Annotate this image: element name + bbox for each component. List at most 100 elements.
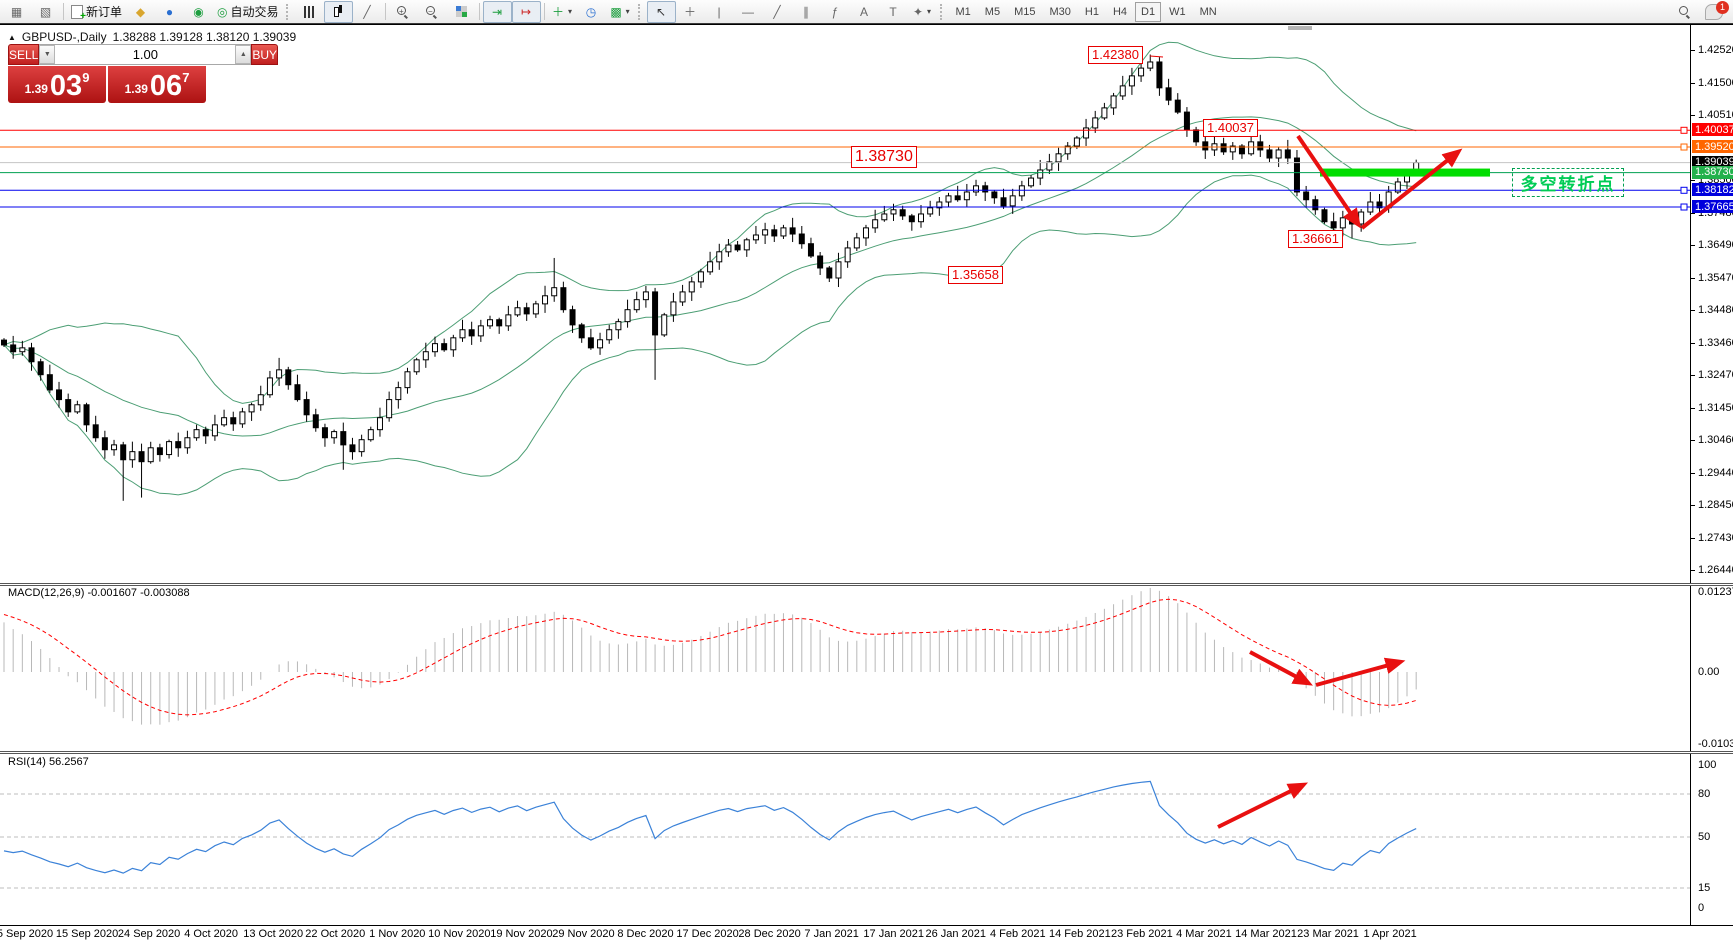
timeframe-m5[interactable]: M5 [979, 2, 1006, 22]
search-button[interactable] [1670, 1, 1699, 23]
date-label: 1 Apr 2021 [1363, 928, 1416, 940]
bar-chart-button[interactable] [295, 1, 324, 23]
zoom-out-button[interactable]: − [418, 1, 447, 23]
date-label: 17 Jan 2021 [863, 928, 924, 940]
sell-price-pip: 9 [82, 70, 89, 85]
date-label: 26 Jan 2021 [925, 928, 986, 940]
date-label: 23 Mar 2021 [1297, 928, 1359, 940]
price-tick-label: 1.42520 [1698, 44, 1733, 56]
date-label: 8 Dec 2020 [617, 928, 673, 940]
clock-icon: ◷ [586, 6, 596, 18]
rsi-panel-splitter[interactable] [0, 751, 1733, 754]
price-tick [1691, 570, 1695, 571]
fibonacci-tool[interactable]: ƒ [821, 1, 850, 23]
price-tick-label: 1.34480 [1698, 304, 1733, 316]
channel-tool[interactable]: ∥ [792, 1, 821, 23]
price-callout-label[interactable]: 1.42380 [1088, 46, 1143, 64]
templates-button[interactable]: ▩▾ [606, 1, 635, 23]
timeframe-d1[interactable]: D1 [1135, 2, 1161, 22]
hline-tool[interactable]: — [734, 1, 763, 23]
zoom-in-button[interactable]: + [389, 1, 418, 23]
date-axis[interactable]: 5 Sep 202015 Sep 202024 Sep 20204 Oct 20… [0, 928, 1733, 945]
tile-windows-button[interactable] [447, 1, 476, 23]
text-tool[interactable]: A [850, 1, 879, 23]
chevron-down-icon: ▾ [626, 7, 630, 16]
horizontal-line-icon: — [742, 6, 754, 18]
candlestick-chart-button[interactable] [324, 1, 353, 23]
text-icon: A [860, 6, 868, 18]
buy-button[interactable]: BUY [251, 44, 278, 65]
price-callout-label[interactable]: 1.35658 [948, 266, 1003, 284]
price-tick-label: 1.26440 [1698, 564, 1733, 576]
sell-price-box[interactable]: 1.39 03 9 [8, 66, 106, 103]
chart-canvas[interactable] [0, 0, 1733, 945]
chevron-down-icon: ▾ [927, 7, 931, 16]
periods-button[interactable]: ◷ [577, 1, 606, 23]
auto-scroll-button[interactable]: ⇥ [483, 1, 512, 23]
volume-input[interactable] [55, 45, 235, 64]
timeframe-m30[interactable]: M30 [1043, 2, 1076, 22]
volume-up-button[interactable]: ▲ [235, 45, 251, 64]
candlestick-icon [333, 5, 343, 18]
price-tick [1691, 213, 1695, 214]
trendline-tool[interactable]: ╱ [763, 1, 792, 23]
autotrade-button[interactable]: ◎ 自动交易 [213, 1, 283, 23]
price-tick-label: 1.36490 [1698, 239, 1733, 251]
timeframe-h4[interactable]: H4 [1107, 2, 1133, 22]
window-search-icon: ▧ [40, 6, 51, 18]
macd-panel-splitter[interactable] [0, 583, 1733, 586]
price-badge: 1.38730 [1692, 166, 1733, 179]
rsi-scale-label: 100 [1698, 759, 1716, 771]
zoom-out-icon: − [426, 6, 438, 18]
buy-price-box[interactable]: 1.39 06 7 [108, 66, 206, 103]
chart-shift-button[interactable]: ↦ [512, 1, 541, 23]
window-icon: ▦ [11, 6, 22, 18]
timeframe-w1[interactable]: W1 [1163, 2, 1192, 22]
rsi-scale-label: 50 [1698, 831, 1710, 843]
signal-button[interactable]: ◉ [184, 1, 213, 23]
price-scale[interactable]: 1.425201.415001.405101.385001.374801.364… [1690, 25, 1733, 925]
notifications-button[interactable]: 1 [1705, 4, 1723, 20]
collapse-icon[interactable]: ▲ [8, 33, 16, 42]
date-label: 19 Nov 2020 [490, 928, 552, 940]
pivot-note[interactable]: 多空转折点 [1512, 168, 1624, 197]
rsi-label: RSI(14) 56.2567 [8, 756, 89, 768]
price-tick-label: 1.32470 [1698, 369, 1733, 381]
add-indicator-icon: ＋ [552, 6, 564, 18]
line-chart-button[interactable]: ╱ [353, 1, 382, 23]
price-tick [1691, 408, 1695, 409]
mailbox-button[interactable]: ◆ [126, 1, 155, 23]
chart-window-icon[interactable]: ▦ [2, 1, 31, 23]
timeframe-m1[interactable]: M1 [950, 2, 977, 22]
timeframe-m15[interactable]: M15 [1008, 2, 1041, 22]
volume-down-button[interactable]: ▼ [39, 45, 55, 64]
date-label: 22 Oct 2020 [305, 928, 365, 940]
crosshair-tool[interactable]: ＋ [676, 1, 705, 23]
label-tool[interactable]: T [879, 1, 908, 23]
date-label: 23 Feb 2021 [1111, 928, 1173, 940]
indicators-button[interactable]: ＋▾ [548, 1, 577, 23]
new-order-button[interactable]: 新订单 [67, 1, 126, 23]
shapes-tool[interactable]: ✦▾ [908, 1, 937, 23]
price-tick [1691, 473, 1695, 474]
timeframe-mn[interactable]: MN [1194, 2, 1223, 22]
timeframe-h1[interactable]: H1 [1079, 2, 1105, 22]
sell-button[interactable]: SELL [8, 44, 39, 65]
profile-button[interactable]: ● [155, 1, 184, 23]
cursor-tool[interactable]: ↖ [647, 1, 676, 23]
signal-icon: ◉ [193, 6, 203, 18]
price-badge: 1.39520 [1692, 140, 1733, 153]
market-watch-icon[interactable]: ▧ [31, 1, 60, 23]
sell-price-main: 03 [50, 74, 82, 99]
vline-tool[interactable]: | [705, 1, 734, 23]
template-icon: ▩ [610, 6, 621, 18]
timeframe-bar: M1M5M15M30H1H4D1W1MN [949, 2, 1224, 22]
price-callout-label[interactable]: 1.36661 [1288, 230, 1343, 248]
date-label: 13 Oct 2020 [243, 928, 303, 940]
crosshair-icon: ＋ [684, 6, 696, 18]
chart-scroll-thumb[interactable] [1288, 26, 1312, 30]
price-callout-label[interactable]: 1.40037 [1203, 119, 1258, 137]
buy-price-pip: 7 [182, 70, 189, 85]
price-callout-label[interactable]: 1.38730 [851, 146, 917, 168]
bar-chart-icon [304, 6, 314, 18]
